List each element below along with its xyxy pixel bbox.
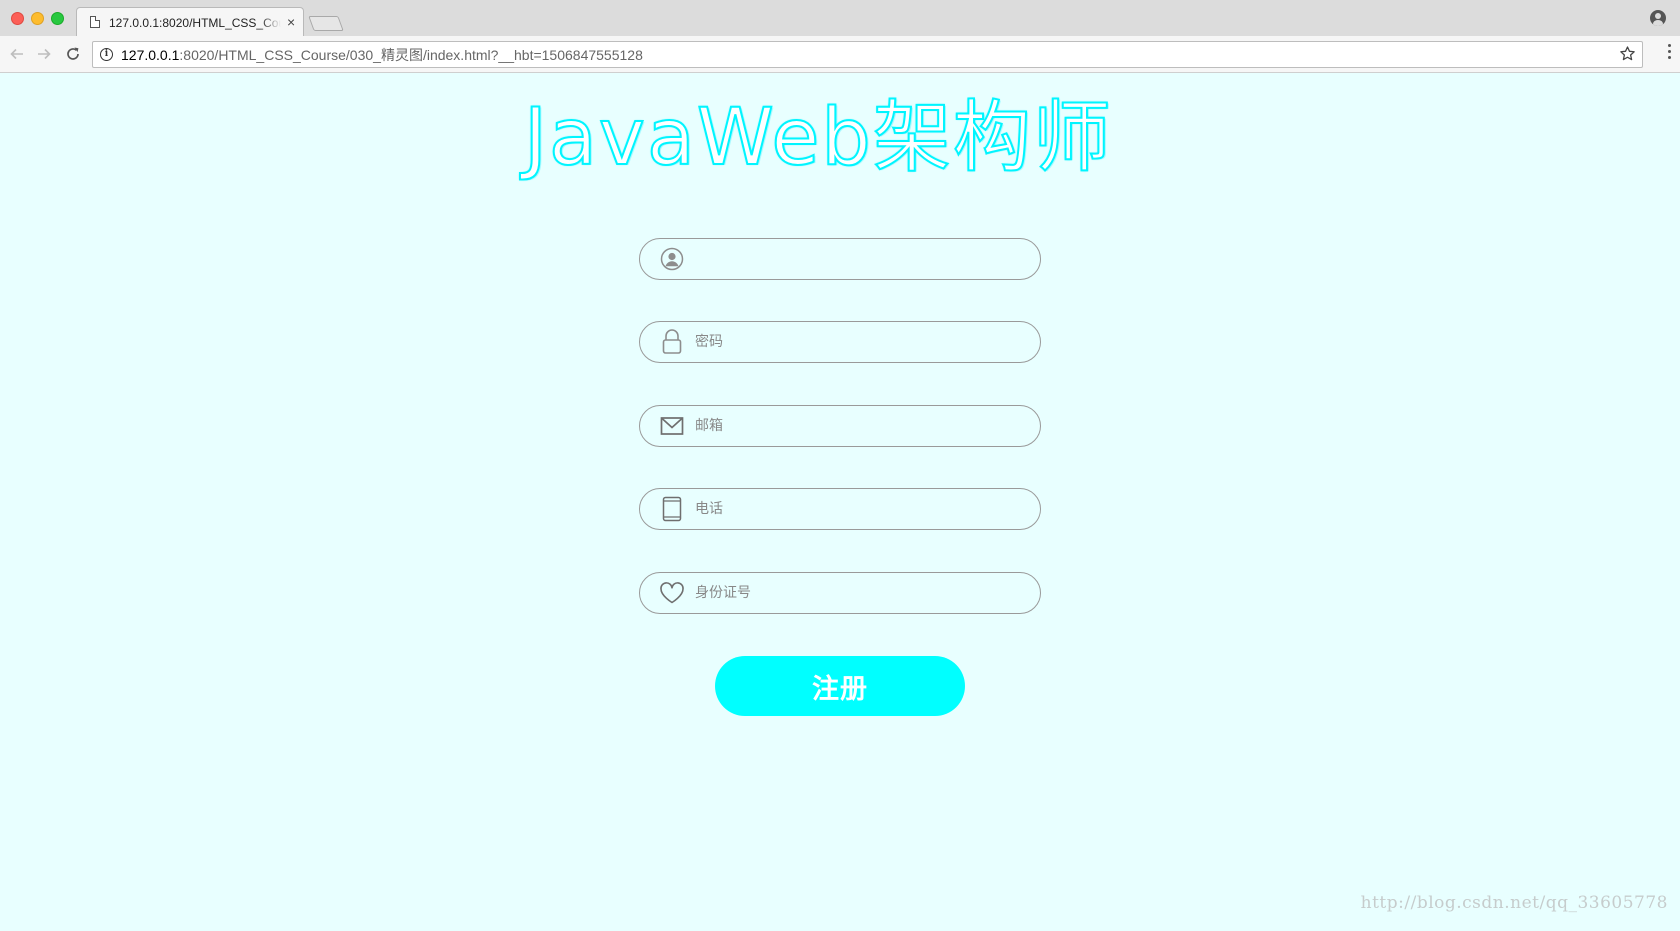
email-field[interactable] (639, 405, 1041, 447)
lock-icon (659, 329, 685, 355)
id-card-input[interactable] (695, 578, 1015, 608)
new-tab-button[interactable] (308, 16, 344, 31)
register-button[interactable]: 注册 (715, 656, 965, 716)
reload-icon (67, 47, 79, 60)
active-tab[interactable]: 127.0.0.1:8020/HTML_CSS_Course/030_精灵图/i… (86, 8, 300, 36)
minimize-window-button[interactable] (31, 12, 44, 25)
mail-icon (659, 413, 685, 439)
tab-close-icon[interactable]: × (287, 15, 295, 29)
phone-field[interactable] (639, 488, 1041, 530)
file-icon (90, 16, 100, 28)
profile-icon[interactable] (1650, 10, 1666, 26)
username-input[interactable] (695, 244, 1015, 274)
phone-icon (659, 496, 685, 522)
tab-strip: 127.0.0.1:8020/HTML_CSS_Course/030_精灵图/i… (0, 0, 1680, 37)
url-path: :8020/HTML_CSS_Course/030_精灵图/index.html… (179, 46, 643, 63)
email-input[interactable] (695, 411, 1015, 441)
id-card-field[interactable] (639, 572, 1041, 614)
password-input[interactable] (695, 327, 1015, 357)
watermark: http://blog.csdn.net/qq_33605778 (1360, 893, 1668, 913)
username-field[interactable] (639, 238, 1041, 280)
forward-button[interactable] (32, 42, 56, 66)
arrow-left-icon (10, 48, 23, 60)
url-host: 127.0.0.1 (121, 46, 180, 63)
logo-title: JavaWeb架构师 (523, 92, 1113, 184)
password-field[interactable] (639, 321, 1041, 363)
browser-toolbar: i 127.0.0.1:8020/HTML_CSS_Course/030_精灵图… (0, 36, 1680, 73)
user-icon (659, 246, 685, 272)
tab-title: 127.0.0.1:8020/HTML_CSS_Course/030_精灵图/i… (109, 15, 281, 30)
address-bar[interactable]: i 127.0.0.1:8020/HTML_CSS_Course/030_精灵图… (92, 41, 1643, 68)
close-window-button[interactable] (11, 12, 24, 25)
maximize-window-button[interactable] (51, 12, 64, 25)
heart-icon (659, 580, 685, 606)
star-icon[interactable] (1619, 45, 1636, 62)
phone-input[interactable] (695, 494, 1015, 524)
page-content: JavaWeb架构师 邮箱 电话 身份证号 注册 http://blog.csd… (0, 74, 1680, 931)
back-button[interactable] (5, 42, 29, 66)
reload-button[interactable] (61, 42, 85, 66)
info-icon[interactable]: i (100, 48, 113, 61)
arrow-right-icon (38, 48, 51, 60)
menu-icon[interactable] (1668, 44, 1672, 64)
